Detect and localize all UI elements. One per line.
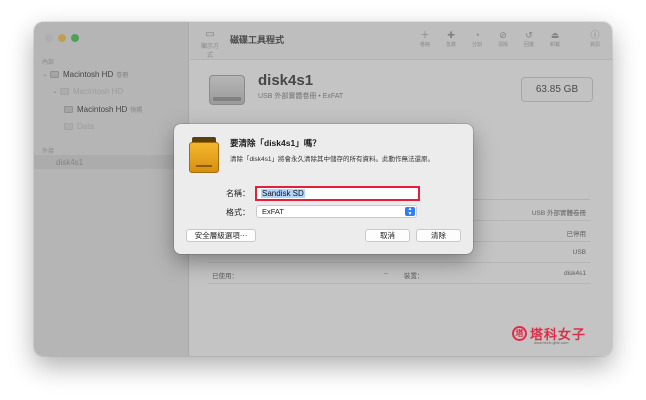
- name-label: 名稱：: [226, 189, 250, 198]
- external-drive-icon: [189, 137, 219, 173]
- watermark-url: www.tech-girlz.com: [534, 340, 569, 345]
- dialog-title: 要清除「disk4s1」嗎？: [230, 138, 321, 148]
- format-select-value: ExFAT: [262, 207, 284, 216]
- dialog-message: 清除「disk4s1」將會永久清除其中儲存的所有資料。此動作無法還原。: [230, 156, 435, 163]
- name-input[interactable]: Sandisk SD: [255, 186, 420, 201]
- security-options-button[interactable]: 安全層級選項⋯: [186, 229, 256, 242]
- cancel-button[interactable]: 取消: [365, 229, 410, 242]
- screenshot-stage: 內部 ⌄ Macintosh HD 卷冊 ⌄ Macintosh HD Maci…: [0, 0, 646, 400]
- format-label: 格式：: [226, 208, 250, 217]
- format-select[interactable]: ExFAT ▲ ▼: [256, 205, 417, 218]
- watermark-mark: 塔: [512, 326, 527, 341]
- erase-button[interactable]: 清除: [416, 229, 461, 242]
- chevron-up-down-icon: ▲ ▼: [405, 207, 415, 216]
- name-input-value: Sandisk SD: [261, 189, 305, 198]
